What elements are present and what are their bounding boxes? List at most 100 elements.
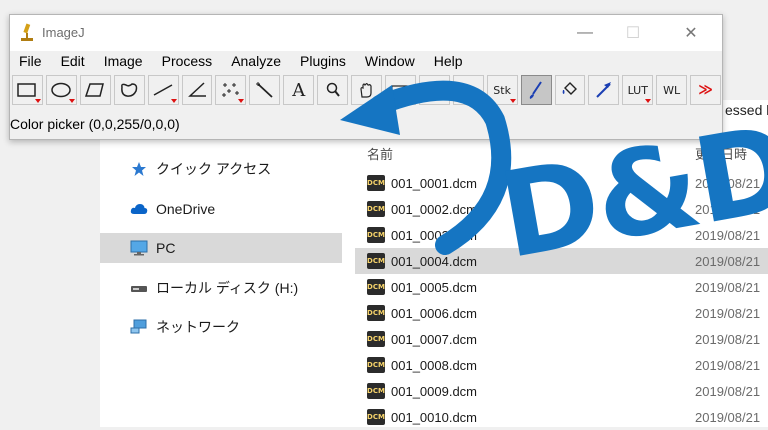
angle-icon <box>188 82 206 97</box>
magnifier-icon <box>326 82 340 97</box>
oval-tool[interactable] <box>45 75 77 105</box>
spare-tool-2[interactable] <box>452 75 484 105</box>
zoom-tool[interactable] <box>317 75 349 105</box>
dicom-file-icon: DCM <box>367 305 385 321</box>
freehand-tool[interactable] <box>113 75 145 105</box>
hand-tool[interactable] <box>351 75 382 105</box>
brush-tool[interactable] <box>520 75 552 105</box>
dicom-file-icon: DCM <box>367 201 385 217</box>
dicom-file-icon: DCM <box>367 253 385 269</box>
lut-icon: LUT <box>627 83 648 97</box>
menu-window[interactable]: Window <box>365 51 415 71</box>
maximize-button[interactable]: ☐ <box>610 15 656 51</box>
multipoint-tool[interactable] <box>215 75 247 105</box>
nav-item-label: PC <box>156 240 176 256</box>
imagej-window: ImageJ — ☐ ✕ File Edit Image Process Ana… <box>9 14 723 140</box>
window-level-tool[interactable]: WL <box>656 75 688 105</box>
file-row[interactable]: DCM 001_0006.dcm 2019/08/21 <box>355 300 768 326</box>
dicom-file-icon: DCM <box>367 383 385 399</box>
nav-item-quick-access[interactable]: クイック アクセス <box>100 154 342 184</box>
blank-tool-icon <box>423 81 445 99</box>
column-header-name[interactable]: 名前 <box>367 144 393 163</box>
file-date: 2019/08/21 <box>695 279 761 295</box>
file-row[interactable]: DCM 001_0005.dcm 2019/08/21 <box>355 274 768 300</box>
nav-item-network[interactable]: ネットワーク <box>100 312 342 342</box>
navigation-pane: クイック アクセス OneDrive PC ローカル ディスク (H:) ネット… <box>100 140 350 427</box>
file-name: 001_0005.dcm <box>391 279 478 295</box>
dropdown-indicator <box>238 99 245 103</box>
drive-icon <box>130 279 148 297</box>
network-icon <box>130 318 148 336</box>
dropdown-indicator <box>509 99 516 103</box>
dropdown-indicator <box>645 99 652 103</box>
window-title: ImageJ <box>42 25 85 40</box>
star-icon <box>130 160 148 178</box>
file-name: 001_0007.dcm <box>391 331 478 347</box>
line-tool[interactable] <box>147 75 179 105</box>
nav-item-label: クイック アクセス <box>156 161 272 177</box>
file-date: 2019/08/21 <box>695 357 761 373</box>
arrow-icon <box>596 82 611 98</box>
wand-tool[interactable] <box>249 75 281 105</box>
file-name: 001_0006.dcm <box>391 305 478 321</box>
wand-icon <box>255 82 273 98</box>
microscope-icon <box>18 23 36 43</box>
dropdown-indicator <box>68 99 75 103</box>
menu-image[interactable]: Image <box>104 51 143 71</box>
flood-fill-tool[interactable] <box>554 75 586 105</box>
arrow-tool[interactable] <box>588 75 620 105</box>
rectangle-tool[interactable] <box>12 75 43 105</box>
text-tool[interactable]: A <box>283 75 315 105</box>
dicom-file-icon: DCM <box>367 331 385 347</box>
file-row[interactable]: DCM 001_0007.dcm 2019/08/21 <box>355 326 768 352</box>
spare-tool[interactable] <box>418 75 450 105</box>
menu-help[interactable]: Help <box>434 51 463 71</box>
lut-tool[interactable]: LUT <box>622 75 654 105</box>
paint-bucket-icon <box>562 82 577 95</box>
menu-process[interactable]: Process <box>162 51 213 71</box>
cloud-icon <box>130 200 148 218</box>
close-button[interactable]: ✕ <box>668 15 714 51</box>
dropper-tool[interactable] <box>384 75 416 105</box>
dicom-file-icon: DCM <box>367 357 385 373</box>
menu-file[interactable]: File <box>19 51 42 71</box>
nav-item-onedrive[interactable]: OneDrive <box>100 194 342 224</box>
file-name: 001_0009.dcm <box>391 383 478 399</box>
file-date: 2019/08/21 <box>695 253 761 269</box>
title-bar[interactable]: ImageJ — ☐ ✕ <box>10 15 722 51</box>
dicom-file-icon: DCM <box>367 279 385 295</box>
file-date: 2019/08/21 <box>695 409 761 425</box>
file-row[interactable]: DCM 001_0008.dcm 2019/08/21 <box>355 352 768 378</box>
menu-bar: File Edit Image Process Analyze Plugins … <box>10 51 722 71</box>
menu-plugins[interactable]: Plugins <box>300 51 346 71</box>
nav-item-label: ローカル ディスク (H:) <box>156 280 299 296</box>
blank-tool-icon-2 <box>457 81 479 99</box>
multipoint-icon <box>221 83 239 97</box>
file-row[interactable]: DCM 001_0009.dcm 2019/08/21 <box>355 378 768 404</box>
minimize-button[interactable]: — <box>562 15 608 51</box>
menu-edit[interactable]: Edit <box>61 51 85 71</box>
file-row[interactable]: DCM 001_0010.dcm 2019/08/21 <box>355 404 768 430</box>
nav-item-label: OneDrive <box>156 201 216 217</box>
double-chevron-icon: ≫ <box>698 82 713 98</box>
tool-bar: A Stk LUT WL ≫ <box>10 73 722 107</box>
nav-item-label: ネットワーク <box>156 319 240 335</box>
rectangle-icon <box>17 83 37 97</box>
nav-item-local-disk[interactable]: ローカル ディスク (H:) <box>100 273 342 303</box>
polygon-tool[interactable] <box>79 75 111 105</box>
line-icon <box>153 84 173 96</box>
dropdown-indicator <box>170 99 177 103</box>
dicom-file-icon: DCM <box>367 175 385 191</box>
oval-icon <box>51 82 72 98</box>
file-date: 2019/08/21 <box>695 305 761 321</box>
dicom-file-icon: DCM <box>367 409 385 425</box>
freehand-icon <box>121 83 138 97</box>
nav-item-pc[interactable]: PC <box>100 233 342 263</box>
menu-analyze[interactable]: Analyze <box>231 51 281 71</box>
text-icon: A <box>292 79 306 101</box>
hand-icon <box>359 83 372 98</box>
angle-tool[interactable] <box>181 75 213 105</box>
more-tools-button[interactable]: ≫ <box>690 75 722 105</box>
file-date: 2019/08/21 <box>695 383 761 399</box>
stack-tool[interactable]: Stk <box>486 75 518 105</box>
